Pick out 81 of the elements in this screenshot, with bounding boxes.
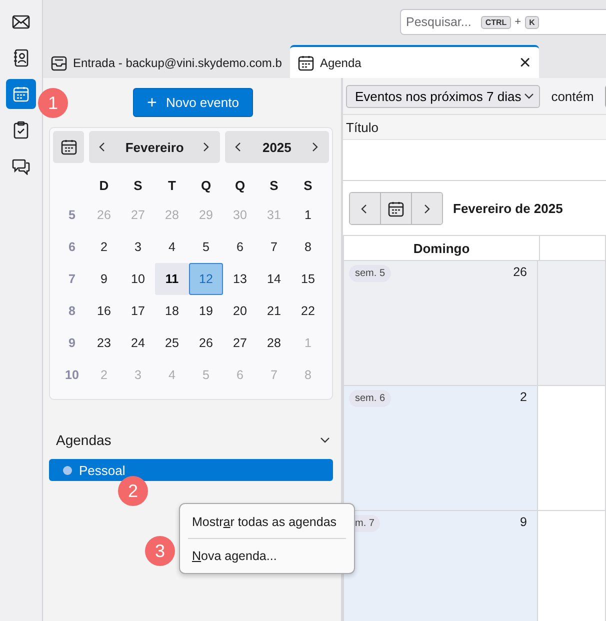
calendar-icon	[13, 86, 29, 102]
clipboard-check-icon	[13, 121, 29, 139]
day-cell[interactable]: 26	[189, 327, 223, 359]
weekday-label: S	[302, 176, 314, 194]
weekday-label: Q	[234, 176, 246, 194]
day-cell[interactable]: 15	[291, 263, 325, 295]
inbox-icon	[51, 56, 67, 70]
calendar-icon	[60, 139, 77, 155]
search-field[interactable]: Pesquisar... CTRL + K	[400, 9, 606, 35]
day-cell[interactable]: 22	[291, 295, 325, 327]
calendar-icon	[388, 200, 404, 216]
tab-label: Agenda	[320, 56, 362, 70]
day-number: 2	[520, 390, 527, 404]
mail-icon	[12, 14, 30, 30]
day-number: 9	[520, 515, 527, 529]
weekday-label: D	[98, 176, 110, 194]
weekday-label: T	[167, 176, 177, 194]
day-cell[interactable]: 2	[87, 231, 121, 263]
weekday-label: S	[132, 176, 144, 194]
day-cell[interactable]: 23	[87, 327, 121, 359]
day-cell[interactable]: 8	[291, 231, 325, 263]
tab[interactable]: Agenda ×	[290, 45, 539, 78]
filter-dropdown[interactable]: Eventos nos próximos 7 dias	[346, 84, 540, 108]
day-cell[interactable]: m. 7 9	[343, 511, 538, 621]
day-cell[interactable]: sem. 5 26	[343, 261, 538, 385]
week-label: sem. 5	[349, 265, 392, 282]
calendar-icon	[298, 54, 314, 70]
week-number: 5	[68, 207, 76, 224]
day-cell[interactable]: 25	[155, 327, 189, 359]
new-event-button[interactable]: + Novo evento	[133, 88, 253, 117]
day-cell[interactable]: 7	[257, 231, 291, 263]
day-cell[interactable]: 3	[121, 231, 155, 263]
day-cell[interactable]: 9	[87, 263, 121, 295]
section-title: Agendas	[56, 432, 112, 448]
day-cell[interactable]: 14	[257, 263, 291, 295]
day-cell[interactable]: 1	[291, 199, 325, 231]
day-cell[interactable]: 4	[155, 231, 189, 263]
day-cell[interactable]: 5	[189, 231, 223, 263]
day-cell[interactable]: 13	[223, 263, 257, 295]
day-cell[interactable]: 18	[155, 295, 189, 327]
day-cell[interactable]: 24	[121, 327, 155, 359]
filter-label: contém	[551, 88, 594, 104]
week-label: sem. 6	[349, 390, 392, 407]
day-cell[interactable]: 19	[189, 295, 223, 327]
day-cell[interactable]: 20	[223, 295, 257, 327]
week-number: 6	[68, 239, 76, 256]
week-number: 10	[64, 367, 80, 384]
close-icon[interactable]: ×	[519, 52, 531, 72]
keyboard-key: K	[525, 16, 539, 28]
today-button[interactable]	[53, 131, 84, 163]
search-placeholder: Pesquisar...	[406, 15, 472, 29]
column-header[interactable]: Título	[346, 120, 379, 134]
calendar-name: Pessoal	[79, 462, 126, 478]
today-button[interactable]	[380, 193, 411, 224]
year-label: 2025	[262, 140, 292, 154]
week-number: 7	[68, 271, 76, 288]
plus-sign: +	[514, 16, 522, 28]
day-cell[interactable]: sem. 6 2	[343, 386, 538, 510]
day-cell[interactable]: 28	[257, 327, 291, 359]
day-cell[interactable]	[538, 261, 606, 385]
view-title: Fevereiro de 2025	[453, 201, 563, 216]
chat-icon	[12, 158, 30, 174]
day-number: 26	[513, 265, 527, 279]
day-cell[interactable]: 21	[257, 295, 291, 327]
day-cell[interactable]: 6	[223, 231, 257, 263]
weekday-label: S	[268, 176, 280, 194]
day-cell[interactable]: 16	[87, 295, 121, 327]
weekday-label: Q	[200, 176, 212, 194]
week-number: 8	[68, 303, 76, 320]
tab-label: Entrada - backup@vini.skydemo.com.b	[73, 56, 282, 70]
month-label: Fevereiro	[125, 140, 184, 154]
keyboard-key: CTRL	[481, 16, 511, 28]
day-cell[interactable]: 27	[223, 327, 257, 359]
day-cell[interactable]: 17	[121, 295, 155, 327]
calendar-item[interactable]: Pessoal	[49, 459, 333, 481]
day-cell[interactable]: 11	[155, 263, 189, 295]
tab[interactable]: Entrada - backup@vini.skydemo.com.b	[49, 48, 286, 78]
address-book-icon	[13, 49, 29, 67]
day-cell[interactable]: 10	[121, 263, 155, 295]
column-header: Domingo	[343, 236, 540, 260]
week-number: 9	[68, 335, 76, 352]
